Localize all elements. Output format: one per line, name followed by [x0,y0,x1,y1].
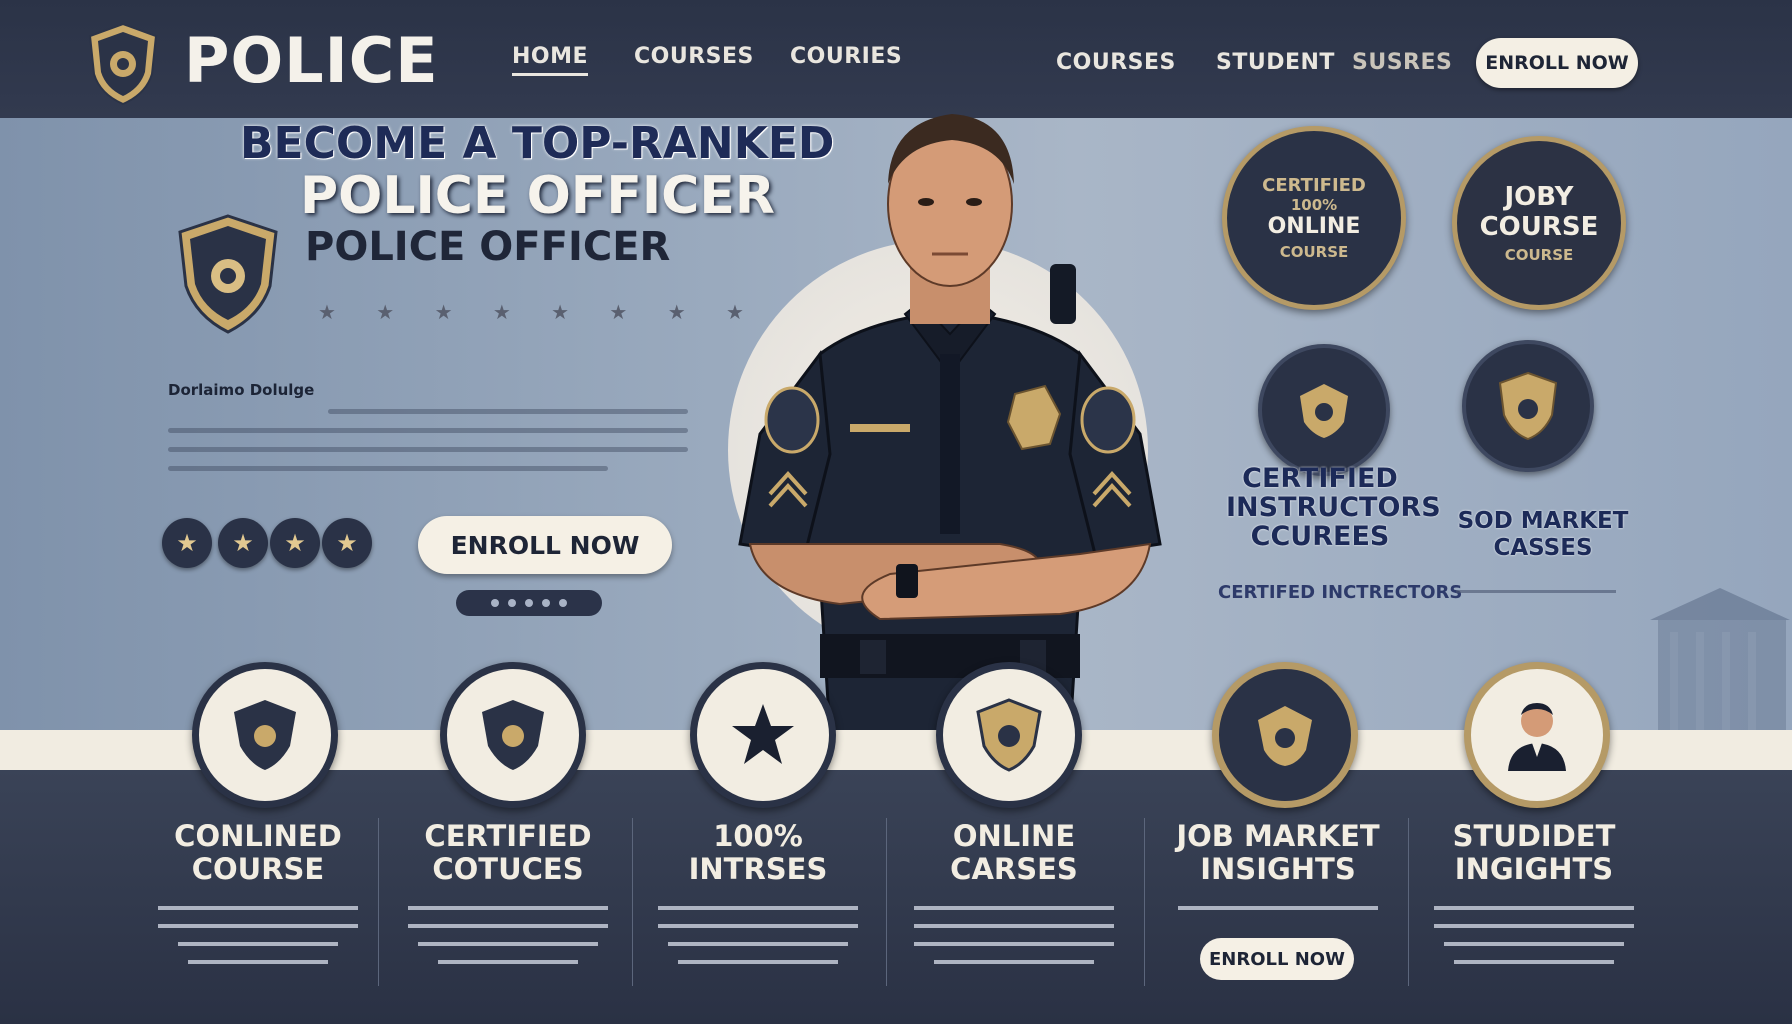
nav-couries[interactable]: COURIES [790,44,902,69]
rating-star-2: ★ [218,518,268,568]
pager-dot[interactable] [525,599,533,607]
card-3-title: 100% INTRSES [688,819,828,886]
pager-dot[interactable] [542,599,550,607]
online-course-seal: CERTIFIED 100% ONLINE COURSE [1222,126,1406,310]
enroll-now-button-hero[interactable]: ENROLL NOW [418,516,672,574]
feature-cards-section [0,770,1792,1024]
hero-stars-divider: ★ ★ ★ ★ ★ ★ ★ ★ [318,300,761,324]
card-5-description [1178,900,1378,910]
card-2-badge-icon [440,662,586,808]
card-6-description [1434,900,1634,964]
enroll-now-button-header[interactable]: ENROLL NOW [1476,38,1638,88]
card-2-description [408,900,608,964]
job-course-seal: JOBY COURSE COURSE [1452,136,1626,310]
card-divider [1408,818,1409,986]
instructor-shield-icon [1258,344,1390,476]
hero-headline-line3: POLICE OFFICER [305,224,671,270]
card-6-person-icon [1464,662,1610,808]
feature-certified-instructors-title: CERTIFIED INSTRUCTORS CCUREES [1226,463,1441,552]
market-badge-icon [1462,340,1594,472]
card-5-title: JOB MARKET INSIGHTS [1176,819,1380,886]
card-divider [378,818,379,986]
pager-dot[interactable] [491,599,499,607]
card-3-star-icon [690,662,836,808]
rating-star-1: ★ [162,518,212,568]
nav-courses-2[interactable]: COURSES [1056,50,1176,75]
card-6-title: STUDIDET INGIGHTS [1452,819,1616,886]
nav-student[interactable]: STUDENT [1216,50,1335,75]
card-1-badge-icon [192,662,338,808]
police-badge-logo-icon [88,22,158,106]
pager-dot[interactable] [559,599,567,607]
hero-description: Dorlaimo Dolulge [168,380,688,471]
card-divider [632,818,633,986]
rating-star-3: ★ [270,518,320,568]
card-divider [886,818,887,986]
rating-star-4: ★ [322,518,372,568]
enroll-now-button-card[interactable]: ENROLL NOW [1200,938,1354,980]
card-5-badge-icon [1212,662,1358,808]
nav-susres[interactable]: SUSRES [1352,50,1452,75]
card-4-description [914,900,1114,964]
feature-market-sub-line [1456,590,1616,593]
logo-text[interactable]: POLICE [184,24,439,97]
card-divider [1144,818,1145,986]
card-4-badge-icon [936,662,1082,808]
building-icon [1650,588,1790,730]
nav-home[interactable]: HOME [512,44,589,76]
card-1-description [158,900,358,964]
police-shield-icon [178,214,278,334]
carousel-pager[interactable] [456,590,602,616]
card-3-description [658,900,858,964]
card-4-title: ONLINE CARSES [950,819,1078,886]
feature-certified-instructors-sub: CERTIFED INCTRECTORS [1218,582,1463,603]
pager-dot[interactable] [508,599,516,607]
nav-courses[interactable]: COURSES [634,44,754,69]
card-1-title: CONLINED COURSE [174,819,342,886]
feature-market-title: SOD MARKET CASSES [1457,508,1629,561]
card-2-title: CERTIFIED COTUCES [424,819,592,886]
